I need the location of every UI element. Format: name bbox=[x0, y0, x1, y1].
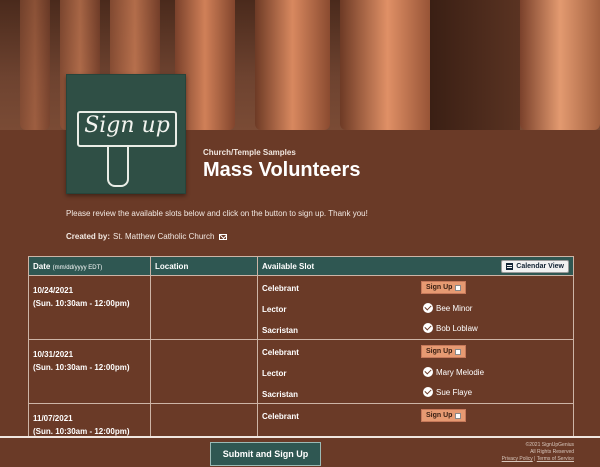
slot-name: Sacristan bbox=[262, 390, 299, 399]
volunteer-entry: Sue Flaye bbox=[423, 387, 472, 397]
location-cell bbox=[151, 340, 258, 403]
hand-icon bbox=[107, 147, 129, 187]
submit-signup-button[interactable]: Submit and Sign Up bbox=[210, 442, 321, 466]
check-icon bbox=[423, 323, 433, 333]
volunteer-entry: Bee Minor bbox=[423, 303, 472, 313]
terms-link[interactable]: Terms of Service bbox=[537, 456, 574, 462]
calendar-icon bbox=[506, 262, 514, 270]
volunteer-name: Bob Loblaw bbox=[436, 323, 478, 333]
header-slot-label: Available Slot bbox=[262, 261, 315, 271]
pew-shadow bbox=[430, 0, 520, 130]
pew-image bbox=[520, 0, 600, 130]
date-cell: 10/24/2021 (Sun. 10:30am - 12:00pm) bbox=[29, 276, 151, 339]
row-date: 10/31/2021 bbox=[33, 350, 74, 359]
row-time: (Sun. 10:30am - 12:00pm) bbox=[33, 299, 130, 308]
calendar-view-label: Calendar View bbox=[516, 262, 564, 270]
created-by: Created by: St. Matthew Catholic Church bbox=[66, 232, 228, 241]
check-icon bbox=[423, 387, 433, 397]
signup-checkbox[interactable] bbox=[455, 284, 462, 291]
signup-checkbox[interactable] bbox=[455, 412, 462, 419]
header-location: Location bbox=[151, 257, 258, 275]
row-time: (Sun. 10:30am - 12:00pm) bbox=[33, 363, 130, 372]
sign-up-label: Sign Up bbox=[426, 284, 453, 291]
creator-name: St. Matthew Catholic Church bbox=[113, 232, 215, 241]
logo-text: Sign up bbox=[84, 113, 170, 138]
signup-logo: Sign up bbox=[66, 74, 186, 194]
slot-name: Celebrant bbox=[262, 348, 299, 357]
created-by-label: Created by: bbox=[66, 232, 111, 241]
mail-icon[interactable] bbox=[219, 233, 228, 240]
slot-name: Lector bbox=[262, 369, 287, 378]
slot-name: Sacristan bbox=[262, 326, 299, 335]
check-icon bbox=[423, 303, 433, 313]
header-date-label: Date bbox=[33, 262, 51, 271]
row-date: 11/07/2021 bbox=[33, 414, 73, 423]
table-row: 10/24/2021 (Sun. 10:30am - 12:00pm) Cele… bbox=[29, 276, 573, 340]
slot-cell: Celebrant Lector Sacristan Sign Up Mary … bbox=[258, 340, 573, 403]
sign-up-button[interactable]: Sign Up bbox=[421, 281, 467, 294]
rights-text: All Rights Reserved bbox=[530, 449, 574, 455]
sign-up-label: Sign Up bbox=[426, 348, 453, 355]
pew-image bbox=[20, 0, 50, 130]
row-date: 10/24/2021 bbox=[33, 286, 74, 295]
slot-name: Celebrant bbox=[262, 412, 299, 421]
slot-name: Lector bbox=[262, 305, 287, 314]
check-icon bbox=[423, 367, 433, 377]
volunteer-name: Bee Minor bbox=[436, 303, 473, 313]
calendar-view-button[interactable]: Calendar View bbox=[501, 259, 569, 273]
sign-up-button[interactable]: Sign Up bbox=[421, 345, 467, 358]
page-title: Mass Volunteers bbox=[203, 159, 361, 181]
volunteer-entry: Bob Loblaw bbox=[423, 323, 478, 333]
copyright-block: ©2021 SignUpGenius All Rights Reserved P… bbox=[501, 442, 574, 462]
slot-cell: Celebrant Lector Sacristan Sign Up Bee M… bbox=[258, 276, 573, 339]
pew-image bbox=[340, 0, 435, 130]
copyright-text: ©2021 SignUpGenius bbox=[525, 442, 574, 448]
location-cell bbox=[151, 276, 258, 339]
intro-text: Please review the available slots below … bbox=[66, 209, 368, 218]
header-slot: Available Slot Calendar View bbox=[258, 257, 573, 275]
sign-up-label: Sign Up bbox=[426, 412, 453, 419]
volunteer-name: Sue Flaye bbox=[436, 387, 473, 397]
privacy-link[interactable]: Privacy Policy bbox=[502, 456, 533, 462]
table-row: 10/31/2021 (Sun. 10:30am - 12:00pm) Cele… bbox=[29, 340, 573, 404]
date-cell: 10/31/2021 (Sun. 10:30am - 12:00pm) bbox=[29, 340, 151, 403]
volunteer-entry: Mary Melodie bbox=[423, 367, 484, 377]
sticky-footer: Submit and Sign Up ©2021 SignUpGenius Al… bbox=[0, 436, 600, 467]
header-date: Date (mm/dd/yyyy EDT) bbox=[29, 257, 151, 275]
category-label: Church/Temple Samples bbox=[203, 148, 296, 157]
table-header: Date (mm/dd/yyyy EDT) Location Available… bbox=[29, 257, 573, 276]
pew-image bbox=[255, 0, 330, 130]
signup-checkbox[interactable] bbox=[455, 348, 462, 355]
slot-name: Celebrant bbox=[262, 284, 299, 293]
sign-up-button[interactable]: Sign Up bbox=[421, 409, 467, 422]
volunteer-name: Mary Melodie bbox=[436, 367, 485, 377]
header-date-format: (mm/dd/yyyy EDT) bbox=[52, 265, 103, 271]
